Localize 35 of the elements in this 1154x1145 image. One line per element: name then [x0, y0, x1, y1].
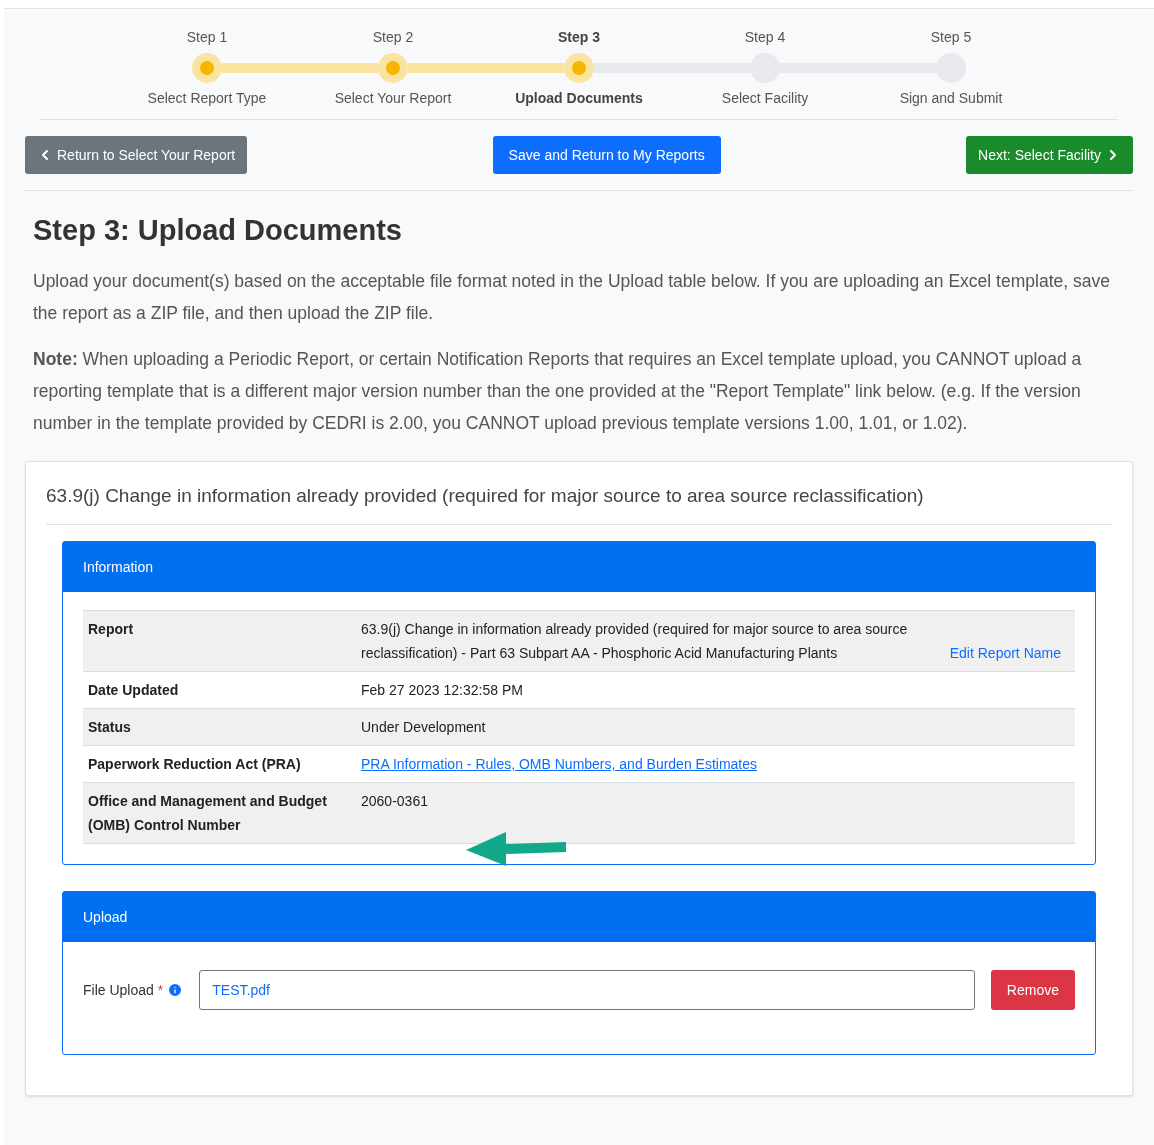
edit-report-name-link[interactable]: Edit Report Name [949, 641, 1061, 665]
step-label: Select Report Type [147, 89, 267, 108]
step-label: Select Facility [721, 89, 809, 108]
field-label: File Upload [83, 980, 154, 1000]
note-paragraph: Note: When uploading a Periodic Report, or certain Notification Reports that requires an Excel template upload, you CANNOT upload a reporting template that is a different major version number than the one provided at the "Report Template" link below. (e.g. If the version number in the template provided by CEDRI is 2.00, you CANNOT upload previous template versions 1.00, 1.01, or 1.02). [33, 347, 1083, 435]
report-name: 63.9(j) Change in information already provided (required for major source to area source reclassification) - Part 63 Subpart AA - Phosphoric Acid Manufacturing Plants [361, 620, 909, 663]
info-label: Paperwork Reduction Act (PRA) [88, 755, 302, 774]
step-number: Step 3 [558, 28, 600, 47]
page-heading: Step 3: Upload Documents [33, 213, 403, 248]
step-number: Step 2 [372, 28, 414, 47]
info-label: Status [88, 718, 132, 737]
step-label: Sign and Submit [899, 89, 1003, 108]
info-label: Date Updated [88, 681, 180, 700]
info-value: 2060-0361 [361, 793, 428, 809]
remove-button[interactable]: Remove [990, 970, 1075, 1010]
panel-title: Upload [83, 907, 128, 927]
next-button[interactable]: Next: Select Facility [966, 136, 1133, 174]
required-mark: * [157, 980, 164, 1000]
step-number: Step 1 [186, 28, 228, 47]
step-number: Step 4 [744, 28, 786, 47]
info-label: Office and Management and Budget (OMB) Control Number [88, 792, 328, 835]
panel-title: Information [83, 557, 154, 577]
intro-paragraph: Upload your document(s) based on the acceptable file format noted in the Upload table below. If you are uploading an Excel template, save the report as a ZIP file, and then upload the ZIP file. [33, 269, 1111, 325]
step-number: Step 5 [930, 28, 972, 47]
file-upload-field[interactable]: TEST.pdf [199, 970, 975, 1010]
save-return-button[interactable]: Save and Return to My Reports [492, 136, 721, 174]
card-title: 63.9(j) Change in information already provided (required for major source to area source reclassification) [46, 484, 924, 506]
back-button[interactable]: Return to Select Your Report [25, 136, 248, 174]
info-value: Under Development [361, 719, 486, 735]
step-label: Select Your Report [334, 89, 452, 108]
pra-link[interactable]: PRA Information - Rules, OMB Numbers, and Burden Estimates [361, 756, 758, 772]
info-label: Report [88, 620, 135, 639]
info-icon[interactable] [167, 982, 184, 998]
step-label: Upload Documents [515, 89, 643, 108]
info-value: Feb 27 2023 12:32:58 PM [361, 682, 523, 698]
